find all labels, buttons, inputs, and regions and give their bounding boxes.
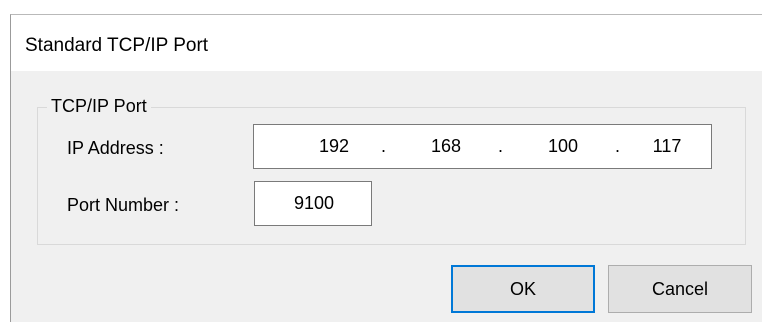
- port-number-label: Port Number :: [67, 195, 180, 215]
- ip-octet-2[interactable]: 168: [416, 136, 476, 157]
- background-strip: [0, 0, 762, 14]
- ip-octet-4[interactable]: 117: [637, 136, 697, 157]
- dialog-title-bar: Standard TCP/IP Port: [11, 15, 762, 71]
- ip-octet-1[interactable]: 192: [304, 136, 364, 157]
- group-title: TCP/IP Port: [47, 96, 151, 117]
- ip-address-label: IP Address :: [67, 138, 164, 158]
- cancel-button[interactable]: Cancel: [608, 265, 752, 313]
- ip-address-input[interactable]: 192 . 168 . 100 . 117: [253, 124, 712, 169]
- ok-button[interactable]: OK: [451, 265, 595, 313]
- port-number-input[interactable]: 9100: [254, 181, 372, 226]
- tcpip-port-dialog: Standard TCP/IP Port TCP/IP Port IP Addr…: [10, 14, 762, 322]
- ip-separator-dot: .: [381, 136, 387, 156]
- port-number-value: 9100: [293, 193, 335, 213]
- ip-separator-dot: .: [498, 136, 504, 156]
- ip-octet-3[interactable]: 100: [533, 136, 593, 157]
- dialog-title: Standard TCP/IP Port: [25, 35, 209, 56]
- ip-separator-dot: .: [615, 136, 621, 156]
